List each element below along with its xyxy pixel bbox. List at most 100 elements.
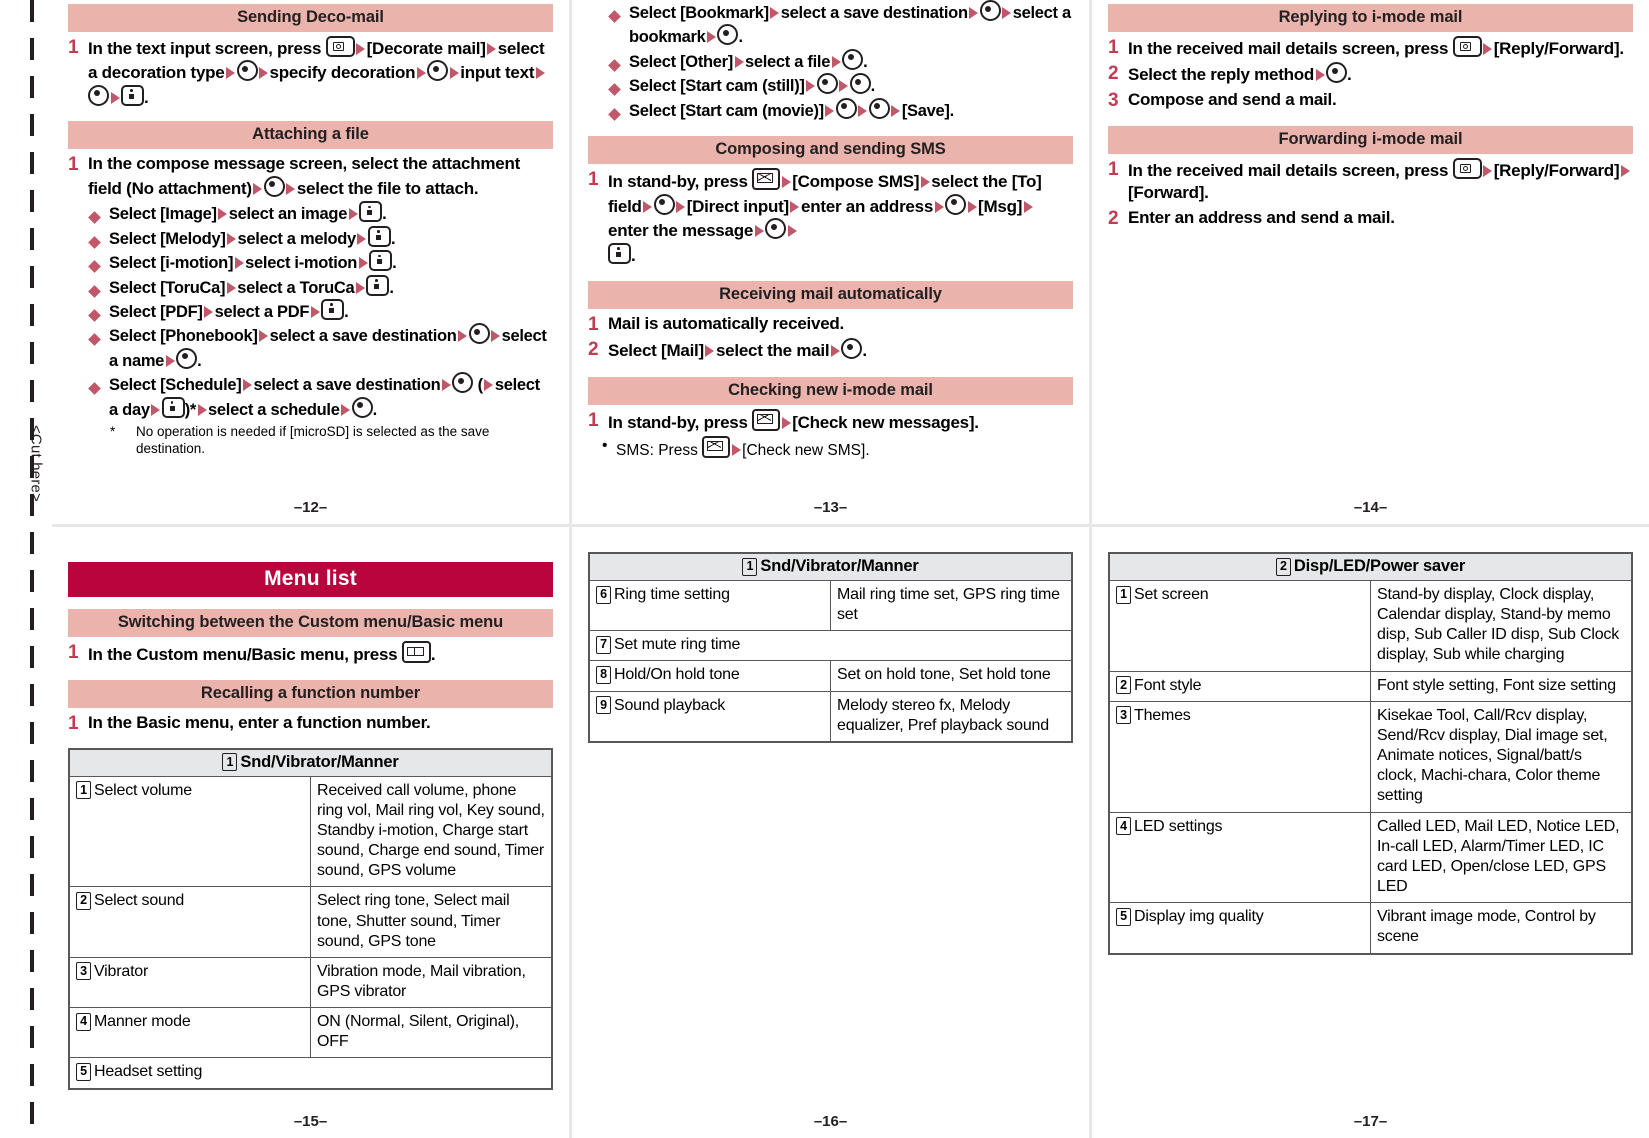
footnote-marker: *: [110, 424, 116, 440]
arrow-right-icon: [358, 257, 368, 270]
i-mode-key-icon: [161, 396, 185, 418]
boxed-number: 2: [1116, 676, 1131, 695]
boxed-number: 5: [76, 1062, 91, 1081]
diamond-bullet-icon: [88, 281, 103, 298]
table-cell-key: 4 LED settings: [1108, 811, 1371, 904]
table-cell-key: 8 Hold/On hold tone: [588, 660, 831, 692]
table-row: 2 Font style Font style setting, Font siz…: [1108, 670, 1633, 702]
diamond-bullet-icon: [88, 232, 103, 249]
list-item: • SMS: Press [Check new SMS].: [588, 435, 1073, 461]
menu-item-label: LED settings: [1134, 817, 1223, 835]
step-number: 1: [68, 642, 79, 663]
section-heading-receiving-mail-automatically: Receiving mail automatically: [588, 280, 1073, 309]
arrow-right-icon: [734, 55, 744, 68]
center-select-key-icon: [236, 60, 258, 82]
table-cell-value: Vibrant image mode, Control by scene: [1370, 902, 1633, 954]
page-15: Menu list Switching between the Custom m…: [52, 524, 569, 1138]
list-item: Select [Start cam (movie)] [Save].: [588, 97, 1073, 122]
page-16: 1 Snd/Vibrator/Manner 6 Ring time setting …: [572, 524, 1089, 1138]
footnote: * No operation is needed if [microSD] is…: [68, 423, 553, 457]
arrow-right-icon: [449, 67, 459, 80]
list-item-text: Select [Image] select an image.: [109, 201, 553, 225]
footnote-text: No operation is needed if [microSD] is s…: [136, 424, 490, 457]
table-cell-value: Mail ring time set, GPS ring time set: [830, 579, 1073, 632]
list-item: Select [Start cam (still)].: [588, 73, 1073, 97]
arrow-right-icon: [218, 208, 228, 221]
list-item: Select [Image] select an image.: [68, 201, 553, 225]
step-number: 1: [1108, 37, 1119, 58]
table-cell-key: 3 Vibrator: [68, 956, 311, 1009]
list-item-text: SMS: Press [Check new SMS].: [616, 435, 870, 461]
diamond-bullet-icon: [88, 207, 103, 225]
arrow-right-icon: [341, 403, 351, 416]
arrow-right-icon: [204, 305, 214, 318]
step-text: Select the reply method.: [1128, 62, 1633, 86]
menu-table-disp-led-power-saver: 2 Disp/LED/Power saver 1 Set screen Stand-…: [1108, 552, 1633, 955]
table-row: 1 Select volume Received call volume, pho…: [68, 775, 553, 888]
table-row: 1 Set screen Stand-by display, Clock disp…: [1108, 580, 1633, 672]
step-number: 1: [68, 154, 79, 176]
step-item: 1 In the received mail details screen, p…: [1108, 158, 1633, 205]
table-cell-key: 2 Font style: [1108, 670, 1371, 702]
step-number: 1: [68, 713, 79, 735]
menu-item-label: Manner mode: [94, 1013, 191, 1031]
diamond-bullet-icon: [608, 79, 623, 97]
i-mode-key-icon: [369, 250, 393, 272]
center-select-key-icon: [468, 323, 490, 345]
table-header-row: 2 Disp/LED/Power saver: [1108, 552, 1633, 581]
arrow-right-icon: [357, 232, 367, 245]
arrow-right-icon: [1002, 7, 1012, 19]
step-number: 2: [1108, 63, 1119, 85]
list-item: Select [Other] select a file.: [588, 48, 1073, 73]
cut-here-label: <Cut here>: [27, 424, 45, 503]
arrow-right-icon: [484, 379, 494, 392]
arrow-right-icon: [643, 200, 653, 213]
arrow-right-icon: [969, 7, 979, 19]
table-header-label: Snd/Vibrator/Manner: [760, 557, 919, 575]
table-row: 3 Vibrator Vibration mode, Mail vibration…: [68, 956, 553, 1009]
menu-item-label: Hold/On hold tone: [614, 666, 740, 684]
boxed-number: 3: [1116, 706, 1131, 725]
step-number: 1: [588, 169, 599, 191]
step-item: 1 In the Custom menu/Basic menu, press .: [68, 641, 553, 666]
sms-note-list: • SMS: Press [Check new SMS].: [588, 435, 1073, 461]
table-cell-value: Received call volume, phone ring vol, Ma…: [310, 775, 553, 888]
page-number: –12–: [293, 499, 328, 516]
step-item: 2 Select [Mail] select the mail.: [588, 338, 1073, 362]
menu-item-label: Themes: [1134, 706, 1191, 724]
boxed-number: 2: [76, 891, 91, 910]
arrow-right-icon: [356, 43, 366, 55]
section-heading-recalling-function-number: Recalling a function number: [68, 680, 553, 709]
step-number: 2: [588, 339, 599, 361]
i-mode-key-icon: [608, 242, 631, 264]
step-number: 1: [68, 37, 79, 58]
arrow-right-icon: [487, 43, 497, 55]
list-item-text: Select [ToruCa] select a ToruCa.: [109, 274, 553, 299]
step-item: 1 In the Basic menu, enter a function nu…: [68, 712, 553, 735]
table-header-cell: 1 Snd/Vibrator/Manner: [68, 748, 553, 777]
arrow-right-icon: [197, 403, 207, 416]
step-text: In the Custom menu/Basic menu, press .: [88, 641, 553, 666]
table-cell-value: Kisekae Tool, Call/Rcv display, Send/Rcv…: [1370, 700, 1633, 813]
table-cell-value: Font style setting, Font size setting: [1370, 670, 1633, 702]
center-select-key-icon: [176, 347, 198, 369]
table-header-cell: 2 Disp/LED/Power saver: [1108, 552, 1633, 581]
boxed-number: 6: [596, 585, 611, 604]
center-select-key-icon: [945, 193, 967, 215]
step-text: In the received mail details screen, pre…: [1128, 36, 1633, 60]
attach-options-list: Select [Image] select an image. Select [M…: [68, 201, 553, 421]
table-cell-value: Melody stereo fx, Melody equalizer, Pref…: [830, 690, 1073, 743]
page-14: Replying to i-mode mail 1 In the receive…: [1092, 0, 1649, 524]
page-number: –15–: [293, 1113, 328, 1130]
center-select-key-icon: [868, 97, 890, 119]
table-header-row: 1 Snd/Vibrator/Manner: [68, 748, 553, 777]
arrow-right-icon: [165, 354, 175, 367]
table-row: 2 Select sound Select ring tone, Select m…: [68, 886, 553, 958]
boxed-number: 1: [222, 753, 238, 772]
table-cell-key: 7 Set mute ring time: [588, 630, 1073, 662]
page-number: –14–: [1353, 499, 1388, 516]
list-item: Select [i-motion] select i-motion.: [68, 250, 553, 274]
diamond-bullet-icon: [88, 305, 103, 322]
camera-key-icon: [1452, 158, 1482, 180]
bullet-dot-icon: •: [602, 436, 608, 454]
